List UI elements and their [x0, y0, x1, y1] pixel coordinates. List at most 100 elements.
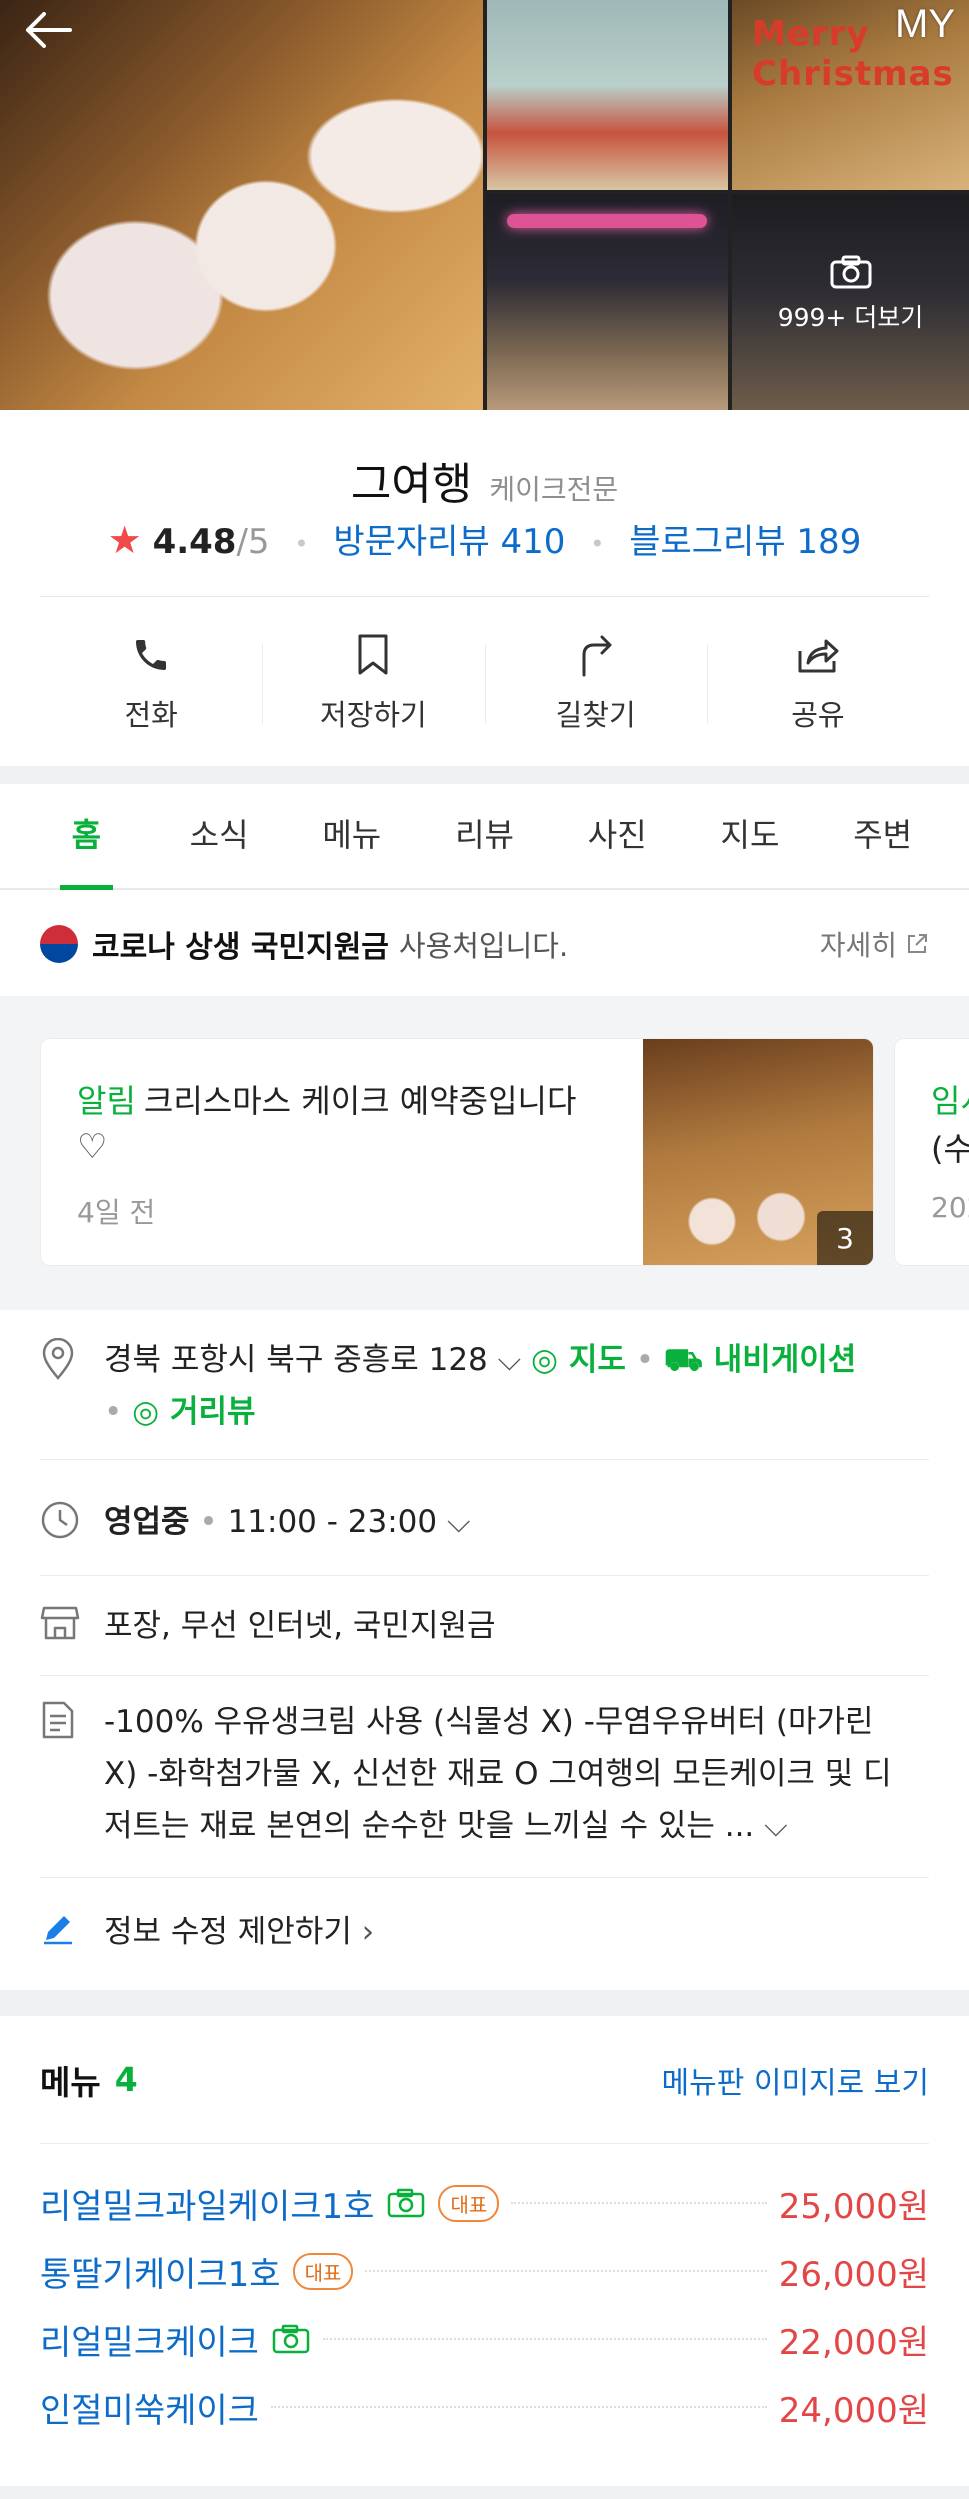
photo-thumb-3[interactable]: [487, 194, 728, 410]
leader-dots: [270, 2406, 767, 2408]
place-info: 경북 포항시 북구 중흥로 128 ⌵ ◎ 지도 • ⛟ 내비게이션 • ◎ 거…: [0, 1310, 969, 1990]
notice-card[interactable]: 알림 크리스마스 케이크 예약중입니다 ♡ 4일 전 3: [40, 1038, 874, 1266]
separator-dot: •: [199, 1504, 228, 1540]
tab-home[interactable]: 홈: [20, 784, 153, 890]
more-photos-label: 999+ 더보기: [777, 303, 924, 332]
photo-thumb-1[interactable]: [487, 0, 728, 190]
store-icon: [40, 1606, 80, 1640]
more-photos-button[interactable]: 999+ 더보기: [732, 194, 969, 410]
rating-max: /5: [236, 522, 270, 562]
description-line-2: X) -화학첨가물 X, 신선한 재료 O 그여행의 모든케이크 및 디: [104, 1756, 892, 1792]
save-button[interactable]: 저장하기: [262, 630, 484, 740]
menu-item-price: 26,000원: [778, 2254, 929, 2295]
share-label: 공유: [791, 698, 845, 732]
menu-item[interactable]: 리얼밀크케이크 22,000원: [40, 2314, 929, 2364]
suggest-edit-row[interactable]: 정보 수정 제안하기 ›: [40, 1878, 929, 1990]
signature-badge: 대표: [292, 2252, 354, 2290]
place-category: 케이크전문: [489, 473, 619, 506]
my-button[interactable]: MY: [895, 2, 955, 47]
clock-icon: [41, 1501, 79, 1539]
open-status: 영업중: [104, 1504, 190, 1540]
tab-map[interactable]: 지도: [684, 784, 817, 888]
share-button[interactable]: 공유: [706, 630, 929, 740]
street-view-label: 거리뷰: [169, 1394, 256, 1430]
divider: [40, 596, 929, 597]
menu-item-name: 통딸기케이크1호: [40, 2254, 281, 2295]
street-view-link[interactable]: ◎ 거리뷰: [132, 1394, 255, 1430]
heart-icon[interactable]: ♡: [77, 1127, 107, 1167]
blog-reviews-link[interactable]: 블로그리뷰 189: [629, 522, 861, 562]
chevron-down-icon[interactable]: ⌵: [764, 1808, 788, 1844]
address-body: 경북 포항시 북구 중흥로 128 ⌵ ◎ 지도 • ⛟ 내비게이션 • ◎ 거…: [104, 1334, 856, 1459]
signature-badge: 대표: [438, 2184, 500, 2222]
star-icon: ★: [107, 518, 142, 562]
description-line-1: -100% 우유생크림 사용 (식물성 X) -무염우유버터 (마가린: [104, 1704, 874, 1740]
menu-item-name: 리얼밀크케이크: [40, 2322, 259, 2363]
photo-count-badge: 3: [817, 1211, 873, 1265]
description-row[interactable]: -100% 우유생크림 사용 (식물성 X) -무염우유버터 (마가린 X) -…: [40, 1676, 929, 1878]
leader-dots: [511, 2202, 767, 2204]
menu-image-link[interactable]: 메뉴판 이미지로 보기: [662, 2058, 929, 2102]
photo-gallery[interactable]: Merry Christmas 999+ 더보기 MY: [0, 0, 969, 410]
notice-card[interactable]: 임시 (수 202: [894, 1038, 969, 1266]
map-link-label: 지도: [568, 1342, 626, 1378]
document-icon: [42, 1701, 74, 1739]
section-gap: [0, 2486, 969, 2499]
notice-carousel[interactable]: 알림크리스마스 케이크 예약중입니다 ♡ 4일 전 3 임시 (수 202: [0, 996, 969, 1310]
rating-score: 4.48: [152, 522, 237, 562]
tab-bar: 홈 소식 메뉴 리뷰 사진 지도 주변: [0, 784, 969, 890]
menu-item-price: 24,000원: [778, 2390, 929, 2431]
menu-item[interactable]: 통딸기케이크1호 대표 26,000원: [40, 2246, 929, 2296]
description-body: -100% 우유생크림 사용 (식물성 X) -무염우유버터 (마가린 X) -…: [104, 1696, 892, 1877]
tab-nearby[interactable]: 주변: [816, 784, 949, 888]
hours-row[interactable]: 영업중 • 11:00 - 23:00 ⌵: [40, 1476, 929, 1576]
menu-item[interactable]: 인절미쑥케이크 24,000원: [40, 2382, 929, 2432]
tab-news[interactable]: 소식: [153, 784, 286, 888]
photo-icon: [271, 2323, 311, 2355]
save-label: 저장하기: [320, 698, 427, 732]
menu-header: 메뉴 4 메뉴판 이미지로 보기: [40, 2016, 929, 2144]
chevron-down-icon[interactable]: ⌵: [447, 1504, 471, 1540]
separator-dot: •: [635, 1342, 664, 1378]
support-fund-bar: 코로나 상생 국민지원금 사용처입니다. 자세히: [0, 892, 969, 996]
rating-row: ★ 4.48/5 • 방문자리뷰 410 • 블로그리뷰 189: [0, 514, 969, 563]
menu-item-price: 25,000원: [778, 2186, 929, 2227]
tab-reviews[interactable]: 리뷰: [418, 784, 551, 888]
separator-dot: •: [294, 529, 309, 558]
navigation-link[interactable]: ⛟ 내비게이션: [664, 1342, 856, 1378]
neon-sign: [507, 214, 707, 228]
map-link[interactable]: ◎ 지도: [531, 1342, 626, 1378]
separator-dot: •: [590, 529, 605, 558]
address-text: 경북 포항시 북구 중흥로 128: [104, 1342, 488, 1378]
notice-tag: 알림: [77, 1082, 136, 1120]
title-row: 그여행 케이크전문: [0, 448, 969, 512]
location-pin-icon: [42, 1337, 74, 1380]
support-detail-link[interactable]: 자세히: [820, 924, 929, 964]
menu-item-name: 인절미쑥케이크: [40, 2390, 259, 2431]
call-button[interactable]: 전화: [40, 630, 262, 740]
directions-label: 길찾기: [555, 698, 636, 732]
directions-button[interactable]: 길찾기: [484, 630, 707, 740]
chevron-right-icon: ›: [361, 1914, 375, 1950]
tab-photos[interactable]: 사진: [551, 784, 684, 888]
notice-text: 임시 (수: [931, 1077, 969, 1173]
external-link-icon: [908, 934, 927, 953]
action-bar: 전화 저장하기 길찾기 공유: [40, 630, 929, 740]
menu-title: 메뉴: [40, 2062, 101, 2102]
support-detail-label: 자세히: [819, 929, 897, 962]
chevron-down-icon[interactable]: ⌵: [498, 1342, 522, 1378]
visitor-reviews-link[interactable]: 방문자리뷰 410: [333, 522, 565, 562]
tab-menu[interactable]: 메뉴: [285, 784, 418, 888]
more-photos-label-wrap: 999+ 더보기: [732, 254, 969, 334]
menu-item[interactable]: 리얼밀크과일케이크1호 대표 25,000원: [40, 2178, 929, 2228]
notice-text: 알림 크리스마스 케이크 예약중입니다: [77, 1077, 637, 1125]
support-fund-title: 코로나 상생 국민지원금: [92, 930, 389, 965]
main-photo[interactable]: [0, 0, 483, 410]
back-button[interactable]: [22, 0, 82, 60]
notice-thumbnail[interactable]: 3: [643, 1039, 873, 1265]
amenities-text: 포장, 무선 인터넷, 국민지원금: [104, 1608, 496, 1644]
call-label: 전화: [124, 698, 178, 732]
place-name: 그여행: [350, 459, 473, 510]
place-summary: 그여행 케이크전문 ★ 4.48/5 • 방문자리뷰 410 • 블로그리뷰 1…: [0, 410, 969, 766]
menu-section: 메뉴 4 메뉴판 이미지로 보기 리얼밀크과일케이크1호 대표 25,000원 …: [0, 2016, 969, 2486]
